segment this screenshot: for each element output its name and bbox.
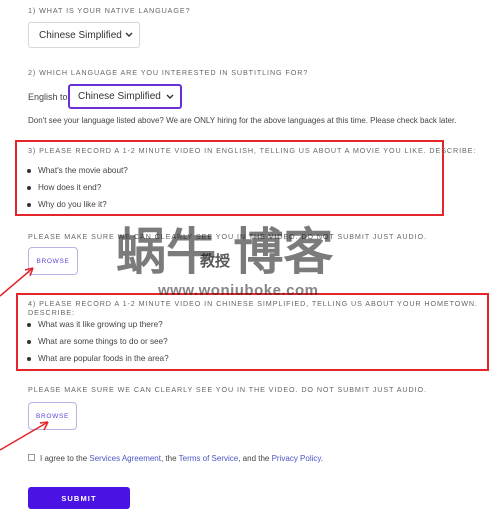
submit-button[interactable]: SUBMIT: [28, 487, 130, 509]
agree-checkbox[interactable]: [28, 454, 35, 461]
terms-of-service-link[interactable]: Terms of Service: [179, 454, 239, 463]
privacy-policy-link[interactable]: Privacy Policy: [272, 454, 321, 463]
agree-sep-2: , and the: [238, 454, 270, 463]
agree-end: .: [320, 454, 324, 463]
annotation-arrows: [0, 267, 49, 451]
services-agreement-link[interactable]: Services Agreement: [89, 454, 161, 463]
agree-prefix: I agree to the: [40, 454, 88, 463]
agree-text: I agree to the Services Agreement, the T…: [40, 454, 323, 463]
agree-sep-1: , the: [160, 454, 177, 463]
